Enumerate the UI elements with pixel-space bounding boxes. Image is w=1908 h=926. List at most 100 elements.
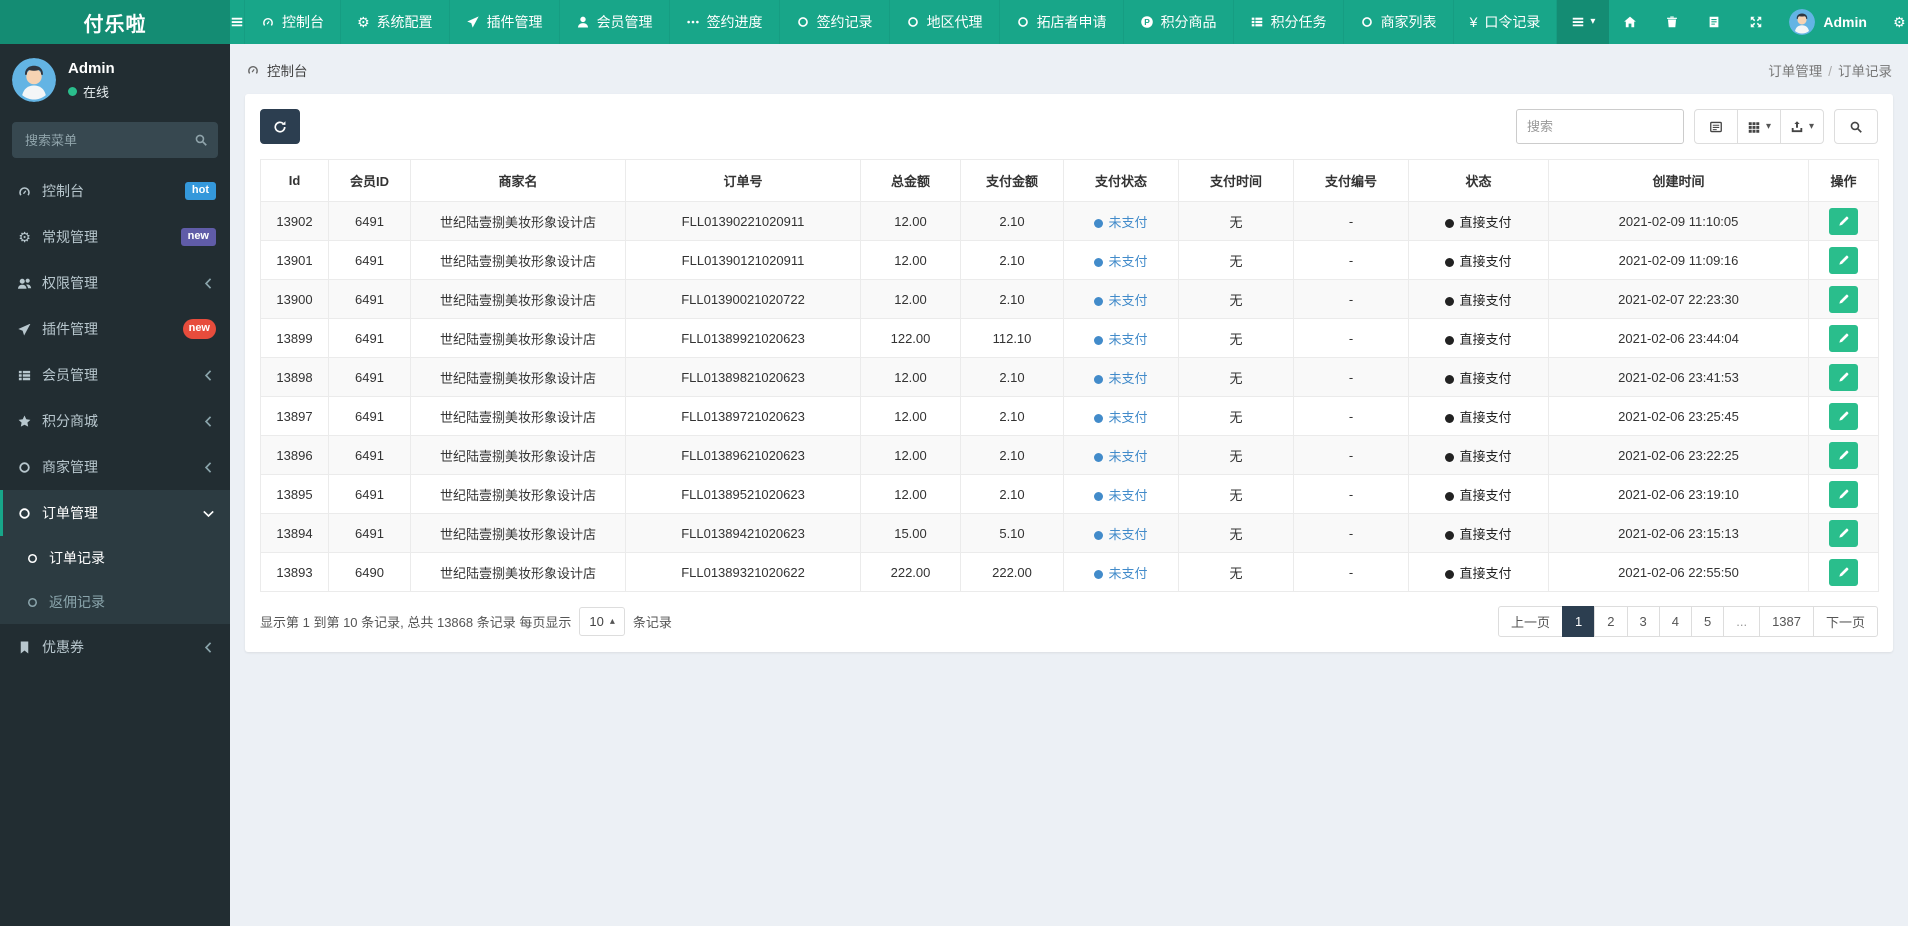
cell-paid: 2.10 [960, 201, 1064, 241]
cell-created: 2021-02-06 23:41:53 [1548, 357, 1809, 397]
page-button-3[interactable]: 3 [1626, 606, 1660, 637]
cell-member-id: 6491 [328, 357, 411, 397]
home-button[interactable] [1609, 0, 1651, 44]
edit-button[interactable] [1829, 558, 1858, 586]
caret-down-icon: ▾ [1765, 120, 1772, 132]
edit-button[interactable] [1829, 402, 1858, 430]
nav-item-7[interactable]: 地区代理 [888, 0, 999, 44]
sidebar-item-9[interactable]: 优惠券 [0, 624, 230, 670]
sidebar-item-label: 插件管理 [42, 321, 98, 337]
admin-menu[interactable]: Admin [1777, 0, 1879, 44]
prev-page-button[interactable]: 上一页 [1498, 606, 1564, 637]
menu-dropdown-button[interactable]: ▾ [1557, 0, 1610, 44]
sidebar-toggle-button[interactable] [230, 0, 244, 44]
toggle-view-button[interactable] [1694, 109, 1738, 144]
export-button[interactable]: ▾ [1780, 109, 1824, 144]
sidebar-subitem-返佣记录[interactable]: 返佣记录 [0, 580, 230, 624]
settings-button[interactable]: ⚙ [1879, 0, 1908, 44]
cell-member-id: 6491 [328, 201, 411, 241]
page-button-2[interactable]: 2 [1594, 606, 1628, 637]
page-size-select[interactable]: 10 ▴ [579, 607, 625, 636]
nav-item-2[interactable]: ⚙ 系统配置 [340, 0, 449, 44]
status-dot-icon [1445, 257, 1455, 267]
columns-button[interactable]: ▾ [1737, 109, 1781, 144]
fullscreen-button[interactable] [1735, 0, 1777, 44]
sidebar-item-2[interactable]: ⚙ 常规管理 new [0, 214, 230, 260]
cell-total: 12.00 [860, 474, 961, 514]
next-page-button[interactable]: 下一页 [1812, 606, 1878, 637]
status-dot-icon [1094, 374, 1104, 384]
nav-item-11[interactable]: 商家列表 [1342, 0, 1453, 44]
cell-member-id: 6490 [328, 552, 411, 592]
log-button[interactable] [1693, 0, 1735, 44]
page-button-1[interactable]: 1 [1562, 606, 1596, 637]
nav-item-label: 口令记录 [1484, 14, 1541, 30]
cell-created: 2021-02-06 23:19:10 [1548, 474, 1809, 514]
table-toolbar: ▾ ▾ [260, 109, 1878, 144]
cell-merchant: 世纪陆壹捌美妆形象设计店 [410, 240, 626, 280]
sidebar-search-input[interactable] [12, 122, 218, 158]
nav-item-label: 系统配置 [376, 14, 433, 30]
page-button-4[interactable]: 4 [1658, 606, 1692, 637]
cell-paid: 2.10 [960, 279, 1064, 319]
column-header-状态: 状态 [1408, 159, 1549, 202]
status-dot-icon [1445, 335, 1455, 345]
sidebar-item-1[interactable]: 控制台 hot [0, 168, 230, 214]
pagination: 上一页 1 2 3 4 5... 1387 下一页 [1498, 606, 1878, 637]
edit-button[interactable] [1829, 441, 1858, 469]
breadcrumb-parent[interactable]: 订单管理 [1768, 64, 1822, 79]
edit-button[interactable] [1829, 363, 1858, 391]
edit-button[interactable] [1829, 519, 1858, 547]
nav-item-10[interactable]: 积分任务 [1232, 0, 1343, 44]
brand-logo[interactable]: 付乐啦 [0, 0, 230, 44]
table-row: 13902 6491 世纪陆壹捌美妆形象设计店 FLL01390221020911 12… [260, 201, 1879, 241]
online-dot-icon [68, 86, 77, 96]
cell-pay-time: 无 [1178, 474, 1294, 514]
content-header: 控制台 订单管理 / 订单记录 [230, 44, 1908, 94]
nav-item-4[interactable]: 会员管理 [558, 0, 669, 44]
sidebar-item-7[interactable]: 商家管理 [0, 444, 230, 490]
sidebar-subitem-订单记录[interactable]: 订单记录 [0, 536, 230, 580]
sidebar-item-3[interactable]: 权限管理 [0, 260, 230, 306]
cell-pay-status: 未支付 [1063, 318, 1179, 358]
sidebar-item-label: 权限管理 [42, 275, 98, 291]
cell-order-no: FLL01390121020911 [625, 240, 861, 280]
sidebar-section: 权限管理 [0, 260, 230, 306]
sidebar-item-6[interactable]: 积分商城 [0, 398, 230, 444]
nav-item-8[interactable]: 拓店者申请 [998, 0, 1123, 44]
page-button-1387[interactable]: 1387 [1759, 606, 1814, 637]
edit-button[interactable] [1829, 207, 1858, 235]
cell-merchant: 世纪陆壹捌美妆形象设计店 [410, 435, 626, 475]
nav-item-3[interactable]: 插件管理 [448, 0, 559, 44]
sidebar-item-4[interactable]: 插件管理 new [0, 306, 230, 352]
cell-created: 2021-02-06 23:25:45 [1548, 396, 1809, 436]
table-search-input[interactable] [1516, 109, 1684, 144]
refresh-button[interactable] [260, 109, 300, 144]
edit-button[interactable] [1829, 324, 1858, 352]
view-options-group: ▾ ▾ [1694, 109, 1824, 144]
column-header-商家名: 商家名 [410, 159, 626, 202]
trash-button[interactable] [1651, 0, 1693, 44]
edit-button[interactable] [1829, 480, 1858, 508]
nav-item-9[interactable]: P 积分商品 [1122, 0, 1233, 44]
sidebar-section: 商家管理 [0, 444, 230, 490]
nav-item-5[interactable]: 签约进度 [668, 0, 779, 44]
sidebar-item-8[interactable]: 订单管理 [0, 490, 230, 536]
page-button-5[interactable]: 5 [1690, 606, 1725, 637]
cell-id: 13898 [260, 357, 329, 397]
menu-badge: new [180, 228, 216, 246]
edit-button[interactable] [1829, 246, 1858, 274]
cell-merchant: 世纪陆壹捌美妆形象设计店 [410, 357, 626, 397]
cell-total: 12.00 [860, 240, 961, 280]
sidebar-item-5[interactable]: 会员管理 [0, 352, 230, 398]
edit-button[interactable] [1829, 285, 1858, 313]
gear-icon: ⚙ [357, 14, 370, 30]
nav-item-6[interactable]: 签约记录 [778, 0, 889, 44]
nav-item-1[interactable]: 控制台 [244, 0, 340, 44]
cell-member-id: 6491 [328, 318, 411, 358]
cell-paid: 112.10 [960, 318, 1064, 358]
nav-item-12[interactable]: ¥ 口令记录 [1452, 0, 1558, 44]
log-icon [1707, 15, 1721, 29]
search-button[interactable] [1834, 109, 1878, 144]
sidebar-section: 订单管理 订单记录 返佣记录 [0, 490, 230, 624]
